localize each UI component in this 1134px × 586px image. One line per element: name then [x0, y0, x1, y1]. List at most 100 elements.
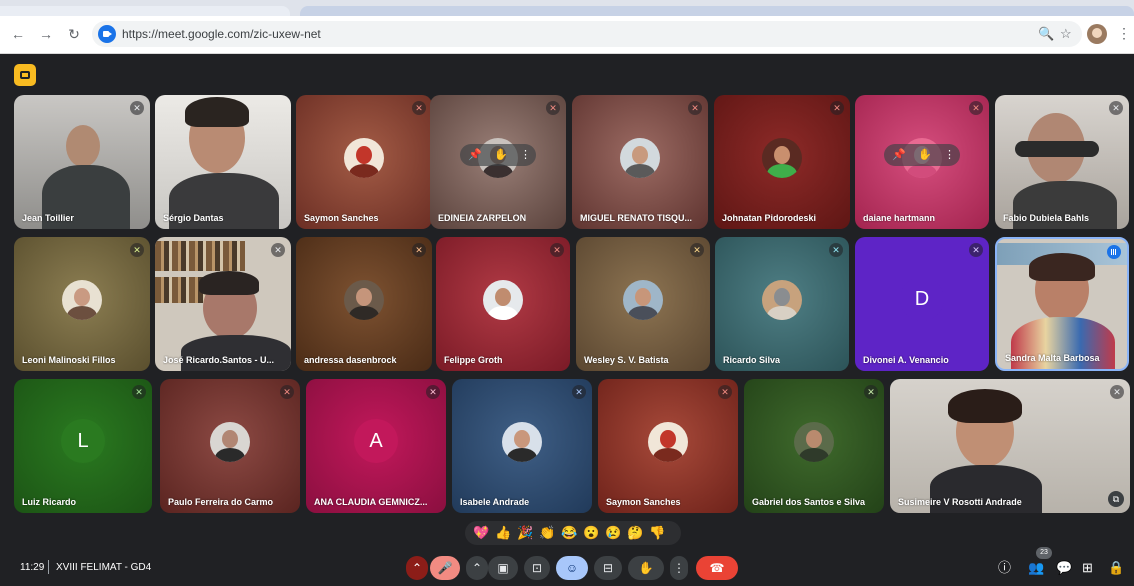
participant-name: Saymon Sanches — [606, 497, 681, 507]
participant-tile[interactable]: ✕ Paulo Ferreira do Carmo — [160, 379, 300, 513]
participant-tile[interactable]: ✕ Isabele Andrade — [452, 379, 592, 513]
profile-avatar[interactable] — [1087, 24, 1107, 44]
participant-tile[interactable]: ✕ Felippe Groth — [436, 237, 570, 371]
reaction-thinking-button[interactable]: 🤔 — [627, 524, 643, 542]
avatar — [344, 280, 384, 320]
participant-tile[interactable]: ✕ MIGUEL RENATO TISQU... — [572, 95, 708, 229]
participant-name: Isabele Andrade — [460, 497, 530, 507]
participant-name: Ricardo Silva — [723, 355, 781, 365]
participant-name: Wesley S. V. Batista — [584, 355, 669, 365]
raise-hand-icon: ✋ — [638, 561, 654, 575]
host-controls-icon[interactable]: 🔒 — [1108, 561, 1124, 575]
participant-tile-active-speaker[interactable]: Sandra Malta Barbosa — [995, 237, 1129, 371]
more-options-button[interactable]: ⋮ — [670, 556, 688, 580]
more-options-icon[interactable]: ⋮ — [520, 148, 531, 162]
participant-name: Felippe Groth — [444, 355, 503, 365]
divider — [48, 560, 49, 574]
activities-icon[interactable]: ⊞ — [1082, 561, 1093, 575]
participant-tile[interactable]: ✕ Leoni Malinoski Fillos — [14, 237, 150, 371]
audio-options-button[interactable]: ⌃ — [406, 556, 428, 580]
mic-off-icon: ✕ — [688, 101, 702, 115]
participant-tile[interactable]: ✕ Wesley S. V. Batista — [576, 237, 710, 371]
microphone-toggle-button[interactable]: 🎤 — [430, 556, 460, 580]
address-bar[interactable]: https://meet.google.com/zic-uxew-net 🔍 ☆ — [92, 21, 1082, 47]
meeting-control-bar: 11:29 XVIII FELIMAT - GD4 ⌃ 🎤 ⌃ ▣ ⊡ ☺ ⊟ … — [0, 547, 1134, 586]
reaction-thumbs-down-button[interactable]: 👎 — [649, 524, 665, 542]
participant-tile[interactable]: ✕ Saymon Sanches — [296, 95, 432, 229]
camera-toggle-button[interactable]: ▣ — [488, 556, 518, 580]
mic-off-icon: ✕ — [412, 243, 426, 257]
participant-tile[interactable]: ✕ José Ricardo.Santos - U... — [155, 237, 291, 371]
meet-recording-badge-icon[interactable] — [14, 64, 36, 86]
avatar — [623, 280, 663, 320]
participant-tile[interactable]: ✕ Fabio Dubiela Bahls — [995, 95, 1129, 229]
reaction-surprised-button[interactable]: 😮 — [583, 524, 599, 542]
participant-tile[interactable]: D ✕ Divonei A. Venancio — [855, 237, 989, 371]
pin-icon[interactable]: 📌 — [892, 148, 906, 162]
participant-tile[interactable]: 📌 ✋ ⋮ ✕ daiane hartmann — [855, 95, 989, 229]
participant-tile[interactable]: ✕ andressa dasenbrock — [296, 237, 432, 371]
participant-tile[interactable]: A ✕ ANA CLAUDIA GEMNICZ... — [306, 379, 446, 513]
participant-name: EDINEIA ZARPELON — [438, 213, 527, 223]
avatar — [620, 138, 660, 178]
participant-name: Leoni Malinoski Fillos — [22, 355, 116, 365]
active-tab[interactable] — [300, 6, 1134, 16]
bookmark-star-icon[interactable]: ☆ — [1060, 26, 1072, 42]
avatar — [762, 280, 802, 320]
emoji-reactions-button[interactable]: ☺ — [556, 556, 588, 580]
avatar — [762, 138, 802, 178]
reload-icon[interactable]: ↻ — [64, 24, 84, 44]
reaction-party-button[interactable]: 🎉 — [517, 524, 533, 542]
more-options-icon[interactable]: ⋮ — [944, 148, 955, 162]
present-screen-button[interactable]: ⊡ — [524, 556, 550, 580]
mic-off-icon: ✕ — [426, 385, 440, 399]
captions-icon: ⊟ — [602, 561, 614, 575]
participant-tile[interactable]: ✕ Ricardo Silva — [715, 237, 849, 371]
meet-page: ✕ Jean Toillier Sérgio Dantas ✕ Saymon S… — [0, 54, 1134, 586]
participant-tile[interactable]: ✕ Jean Toillier — [14, 95, 150, 229]
back-arrow-icon[interactable]: ← — [8, 24, 28, 44]
participant-tile[interactable]: ✕ Gabriel dos Santos e Silva — [744, 379, 884, 513]
chat-icon[interactable]: 💬 — [1056, 561, 1072, 575]
info-icon[interactable]: ⓘ — [998, 561, 1011, 575]
tile-mute-icon[interactable]: ✋ — [918, 148, 932, 162]
participant-tile[interactable]: ✕ Johnatan Pidorodeski — [714, 95, 850, 229]
raise-hand-button[interactable]: ✋ — [628, 556, 664, 580]
captions-button[interactable]: ⊟ — [594, 556, 622, 580]
end-call-icon: ☎ — [709, 561, 725, 575]
people-icon[interactable]: 👥 — [1028, 561, 1044, 575]
avatar — [210, 422, 250, 462]
reaction-heart-button[interactable]: 💖 — [473, 524, 489, 542]
mic-off-icon: ✕ — [130, 243, 144, 257]
pin-icon[interactable]: 📌 — [468, 148, 482, 162]
participant-tile-featured[interactable]: ✕ ⧉ Susimeire V Rosotti Andrade — [890, 379, 1130, 513]
participant-tile[interactable]: Sérgio Dantas — [155, 95, 291, 229]
tile-hover-controls[interactable]: 📌 ✋ ⋮ — [460, 144, 536, 166]
reactions-bar: 💖 👍 🎉 👏 😂 😮 😢 🤔 👎 — [465, 521, 681, 545]
reaction-sad-button[interactable]: 😢 — [605, 524, 621, 542]
avatar — [648, 422, 688, 462]
participant-tile[interactable]: ✕ Saymon Sanches — [598, 379, 738, 513]
mic-off-icon: ✕ — [864, 385, 878, 399]
mic-off-icon: ✕ — [830, 101, 844, 115]
mic-off-icon: ✕ — [1109, 101, 1123, 115]
zoom-icon[interactable]: 🔍 — [1038, 26, 1054, 42]
kebab-menu-icon[interactable]: ⋮ — [1117, 25, 1131, 42]
participant-name: Susimeire V Rosotti Andrade — [898, 497, 1022, 507]
crop-frame-icon[interactable]: ⧉ — [1108, 491, 1124, 507]
tile-mute-icon[interactable]: ✋ — [494, 148, 508, 162]
end-call-button[interactable]: ☎ — [696, 556, 738, 580]
browser-toolbar: ← → ↻ https://meet.google.com/zic-uxew-n… — [0, 16, 1134, 54]
tile-hover-controls[interactable]: 📌 ✋ ⋮ — [884, 144, 960, 166]
mic-off-icon: ✕ — [280, 385, 294, 399]
participant-tile[interactable]: L ✕ Luiz Ricardo — [14, 379, 152, 513]
avatar — [794, 422, 834, 462]
reaction-thumbs-up-button[interactable]: 👍 — [495, 524, 511, 542]
participant-tile[interactable]: 📌 ✋ ⋮ ✕ EDINEIA ZARPELON — [430, 95, 566, 229]
forward-arrow-icon[interactable]: → — [36, 24, 56, 44]
participant-name: Sérgio Dantas — [163, 213, 224, 223]
reaction-clap-button[interactable]: 👏 — [539, 524, 555, 542]
video-options-button[interactable]: ⌃ — [466, 556, 488, 580]
participant-name: andressa dasenbrock — [304, 355, 397, 365]
reaction-laugh-button[interactable]: 😂 — [561, 524, 577, 542]
